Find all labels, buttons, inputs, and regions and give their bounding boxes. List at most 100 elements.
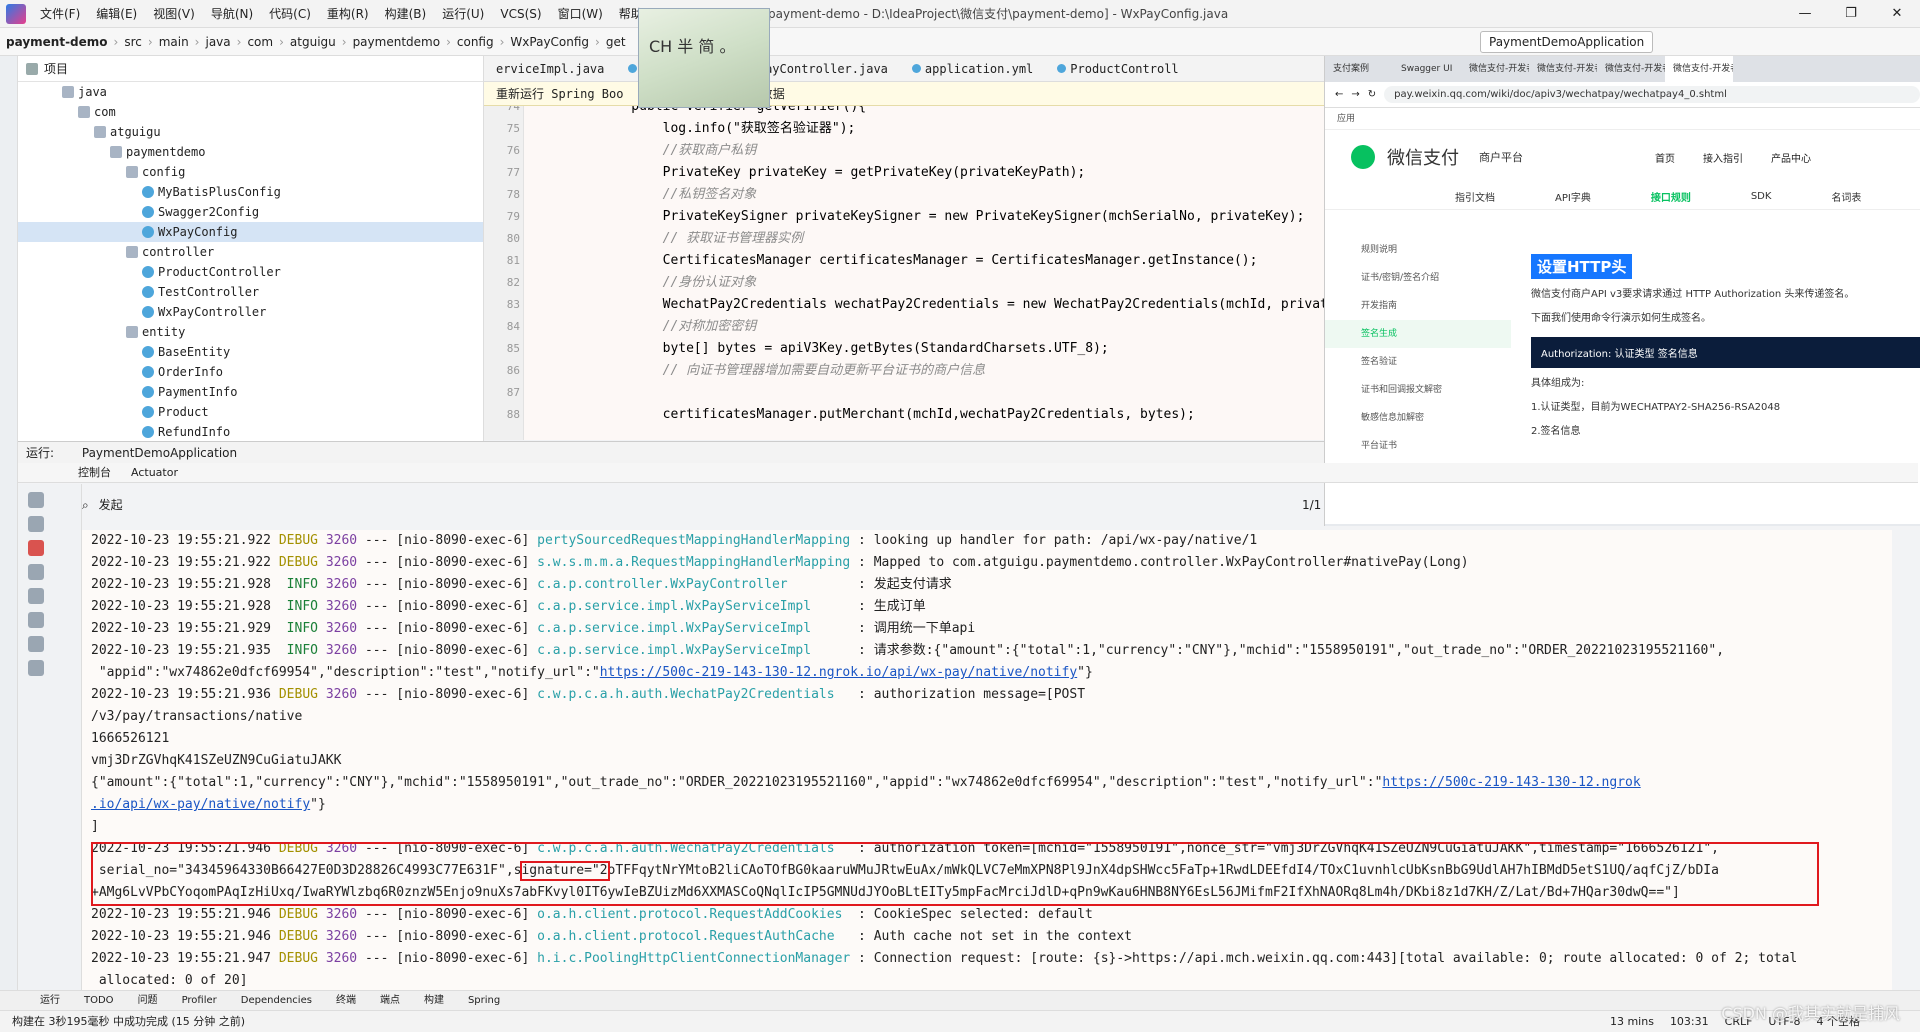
top-nav-item[interactable]: 首页	[1655, 150, 1675, 165]
breadcrumb-item[interactable]: get	[600, 35, 632, 49]
wrench-icon[interactable]	[28, 516, 44, 532]
bottom-tab[interactable]: 端点	[380, 991, 400, 1010]
menu-item[interactable]: 运行(U)	[434, 0, 492, 28]
tree-node-config[interactable]: config	[18, 162, 483, 182]
tree-node-entity[interactable]: entity	[18, 322, 483, 342]
layout-icon[interactable]	[28, 636, 44, 652]
filter-input[interactable]: 发起	[99, 498, 123, 512]
sidebar-item[interactable]: 平台证书	[1325, 432, 1511, 460]
banner-text[interactable]: 重新运行 Spring Boo	[496, 87, 623, 101]
reload-icon[interactable]: ↻	[1368, 89, 1376, 100]
menu-item[interactable]: 重构(R)	[319, 0, 377, 28]
menu-item[interactable]: 窗口(W)	[550, 0, 611, 28]
tree-node-paymentdemo[interactable]: paymentdemo	[18, 142, 483, 162]
tree-node-mybatisplusconfig[interactable]: MyBatisPlusConfig	[18, 182, 483, 202]
bookmark-bar[interactable]: 应用	[1325, 108, 1920, 130]
log-link[interactable]: https://500c-219-143-130-12.ngrok	[1382, 775, 1640, 790]
bottom-tab[interactable]: 问题	[138, 991, 158, 1010]
browser-tab[interactable]: 支付案例	[1325, 56, 1393, 82]
pin-icon[interactable]	[28, 660, 44, 676]
breadcrumb-item[interactable]: atguigu	[284, 35, 342, 49]
sidebar-item[interactable]: 签名验证	[1325, 348, 1511, 376]
tree-node-baseentity[interactable]: BaseEntity	[18, 342, 483, 362]
bottom-tab[interactable]: Spring	[468, 991, 500, 1010]
project-title[interactable]: 项目	[44, 60, 68, 77]
breadcrumb-item[interactable]: paymentdemo	[347, 35, 447, 49]
menu-item[interactable]: VCS(S)	[492, 0, 549, 28]
editor-tab[interactable]: application.yml	[900, 56, 1045, 81]
tree-node-orderinfo[interactable]: OrderInfo	[18, 362, 483, 382]
menu-item[interactable]: 代码(C)	[261, 0, 319, 28]
subnav-item[interactable]: 名词表	[1831, 189, 1861, 204]
tree-node-productcontroller[interactable]: ProductController	[18, 262, 483, 282]
editor-tab[interactable]: ProductControll	[1045, 56, 1190, 81]
run-config-selector[interactable]: PaymentDemoApplication	[1480, 31, 1654, 53]
sidebar-item[interactable]: 证书/密钥/签名介绍	[1325, 264, 1511, 292]
menu-item[interactable]: 视图(V)	[145, 0, 203, 28]
status-item[interactable]: 13 mins	[1610, 1011, 1654, 1032]
tree-node-testcontroller[interactable]: TestController	[18, 282, 483, 302]
maximize-icon[interactable]: ❐	[1828, 0, 1874, 28]
sidebar-item[interactable]: 开发指南	[1325, 292, 1511, 320]
top-nav-item[interactable]: 产品中心	[1771, 150, 1811, 165]
rerun-icon[interactable]	[28, 492, 44, 508]
menu-item[interactable]: 文件(F)	[32, 0, 88, 28]
browser-tab[interactable]: 微信支付-开发者文	[1529, 56, 1597, 82]
sidebar-item[interactable]: 签名生成	[1325, 320, 1511, 348]
browser-tab[interactable]: Swagger UI	[1393, 56, 1461, 82]
menu-item[interactable]: 构建(B)	[377, 0, 435, 28]
breadcrumb-item[interactable]: config	[451, 35, 500, 49]
console-output[interactable]: 2022-10-23 19:55:21.922 DEBUG 3260 --- […	[82, 530, 1892, 990]
breadcrumb-item[interactable]: main	[153, 35, 195, 49]
browser-tab[interactable]: 微信支付-开发者文	[1665, 56, 1733, 82]
menu-item[interactable]: 导航(N)	[203, 0, 261, 28]
tree-node-swagger2config[interactable]: Swagger2Config	[18, 202, 483, 222]
editor-tab[interactable]: erviceImpl.java	[484, 56, 616, 81]
tab-console[interactable]: 控制台	[78, 463, 111, 482]
browser-tab[interactable]: 微信支付-开发者文	[1461, 56, 1529, 82]
tree-node-refundinfo[interactable]: RefundInfo	[18, 422, 483, 442]
tree-node-atguigu[interactable]: atguigu	[18, 122, 483, 142]
sidebar-item[interactable]: 证书和回调报文解密	[1325, 376, 1511, 404]
print-icon[interactable]	[28, 612, 44, 628]
breadcrumb-item[interactable]: payment-demo	[0, 35, 114, 49]
subnav-item[interactable]: 接口规则	[1651, 189, 1691, 204]
sidebar-item[interactable]: 规则说明	[1325, 236, 1511, 264]
tree-node-controller[interactable]: controller	[18, 242, 483, 262]
tree-node-wxpaycontroller[interactable]: WxPayController	[18, 302, 483, 322]
browser-tab[interactable]: 微信支付-开发者文	[1597, 56, 1665, 82]
tab-actuator[interactable]: Actuator	[131, 463, 178, 482]
camera-icon[interactable]	[28, 564, 44, 580]
log-link[interactable]: https://500c-219-143-130-12.ngrok.io/api…	[600, 665, 1077, 680]
breadcrumb-item[interactable]: WxPayConfig	[504, 35, 595, 49]
bottom-tab[interactable]: TODO	[84, 991, 114, 1010]
bottom-tab[interactable]: 构建	[424, 991, 444, 1010]
subnav-item[interactable]: SDK	[1751, 191, 1772, 202]
bottom-tab[interactable]: Dependencies	[241, 991, 312, 1010]
subnav-item[interactable]: API字典	[1555, 189, 1591, 204]
breadcrumb-item[interactable]: src	[118, 35, 148, 49]
tree-node-com[interactable]: com	[18, 102, 483, 122]
menu-item[interactable]: 编辑(E)	[88, 0, 145, 28]
top-nav-item[interactable]: 接入指引	[1703, 150, 1743, 165]
status-item[interactable]: 103:31	[1670, 1011, 1709, 1032]
run-app-tab[interactable]: PaymentDemoApplication	[82, 446, 237, 460]
bottom-tab[interactable]: Profiler	[182, 991, 217, 1010]
bottom-tab[interactable]: 终端	[336, 991, 356, 1010]
bottom-tab[interactable]: 运行	[40, 991, 60, 1010]
tree-node-product[interactable]: Product	[18, 402, 483, 422]
code-editor[interactable]: 74 public Verifier getVerifier(){75 log.…	[484, 106, 1324, 440]
url-input[interactable]: pay.weixin.qq.com/wiki/doc/apiv3/wechatp…	[1384, 86, 1920, 103]
tree-node-wxpayconfig[interactable]: WxPayConfig	[18, 222, 483, 242]
breadcrumb-item[interactable]: java	[199, 35, 236, 49]
exit-icon[interactable]	[28, 588, 44, 604]
breadcrumb-item[interactable]: com	[241, 35, 279, 49]
forward-icon[interactable]: →	[1351, 89, 1359, 100]
sidebar-item[interactable]: 敏感信息加解密	[1325, 404, 1511, 432]
close-icon[interactable]: ✕	[1874, 0, 1920, 28]
stop-icon[interactable]	[28, 540, 44, 556]
log-link[interactable]: .io/api/wx-pay/native/notify	[91, 797, 310, 812]
tree-node-paymentinfo[interactable]: PaymentInfo	[18, 382, 483, 402]
tree-node-java[interactable]: java	[18, 82, 483, 102]
subnav-item[interactable]: 指引文档	[1455, 189, 1495, 204]
